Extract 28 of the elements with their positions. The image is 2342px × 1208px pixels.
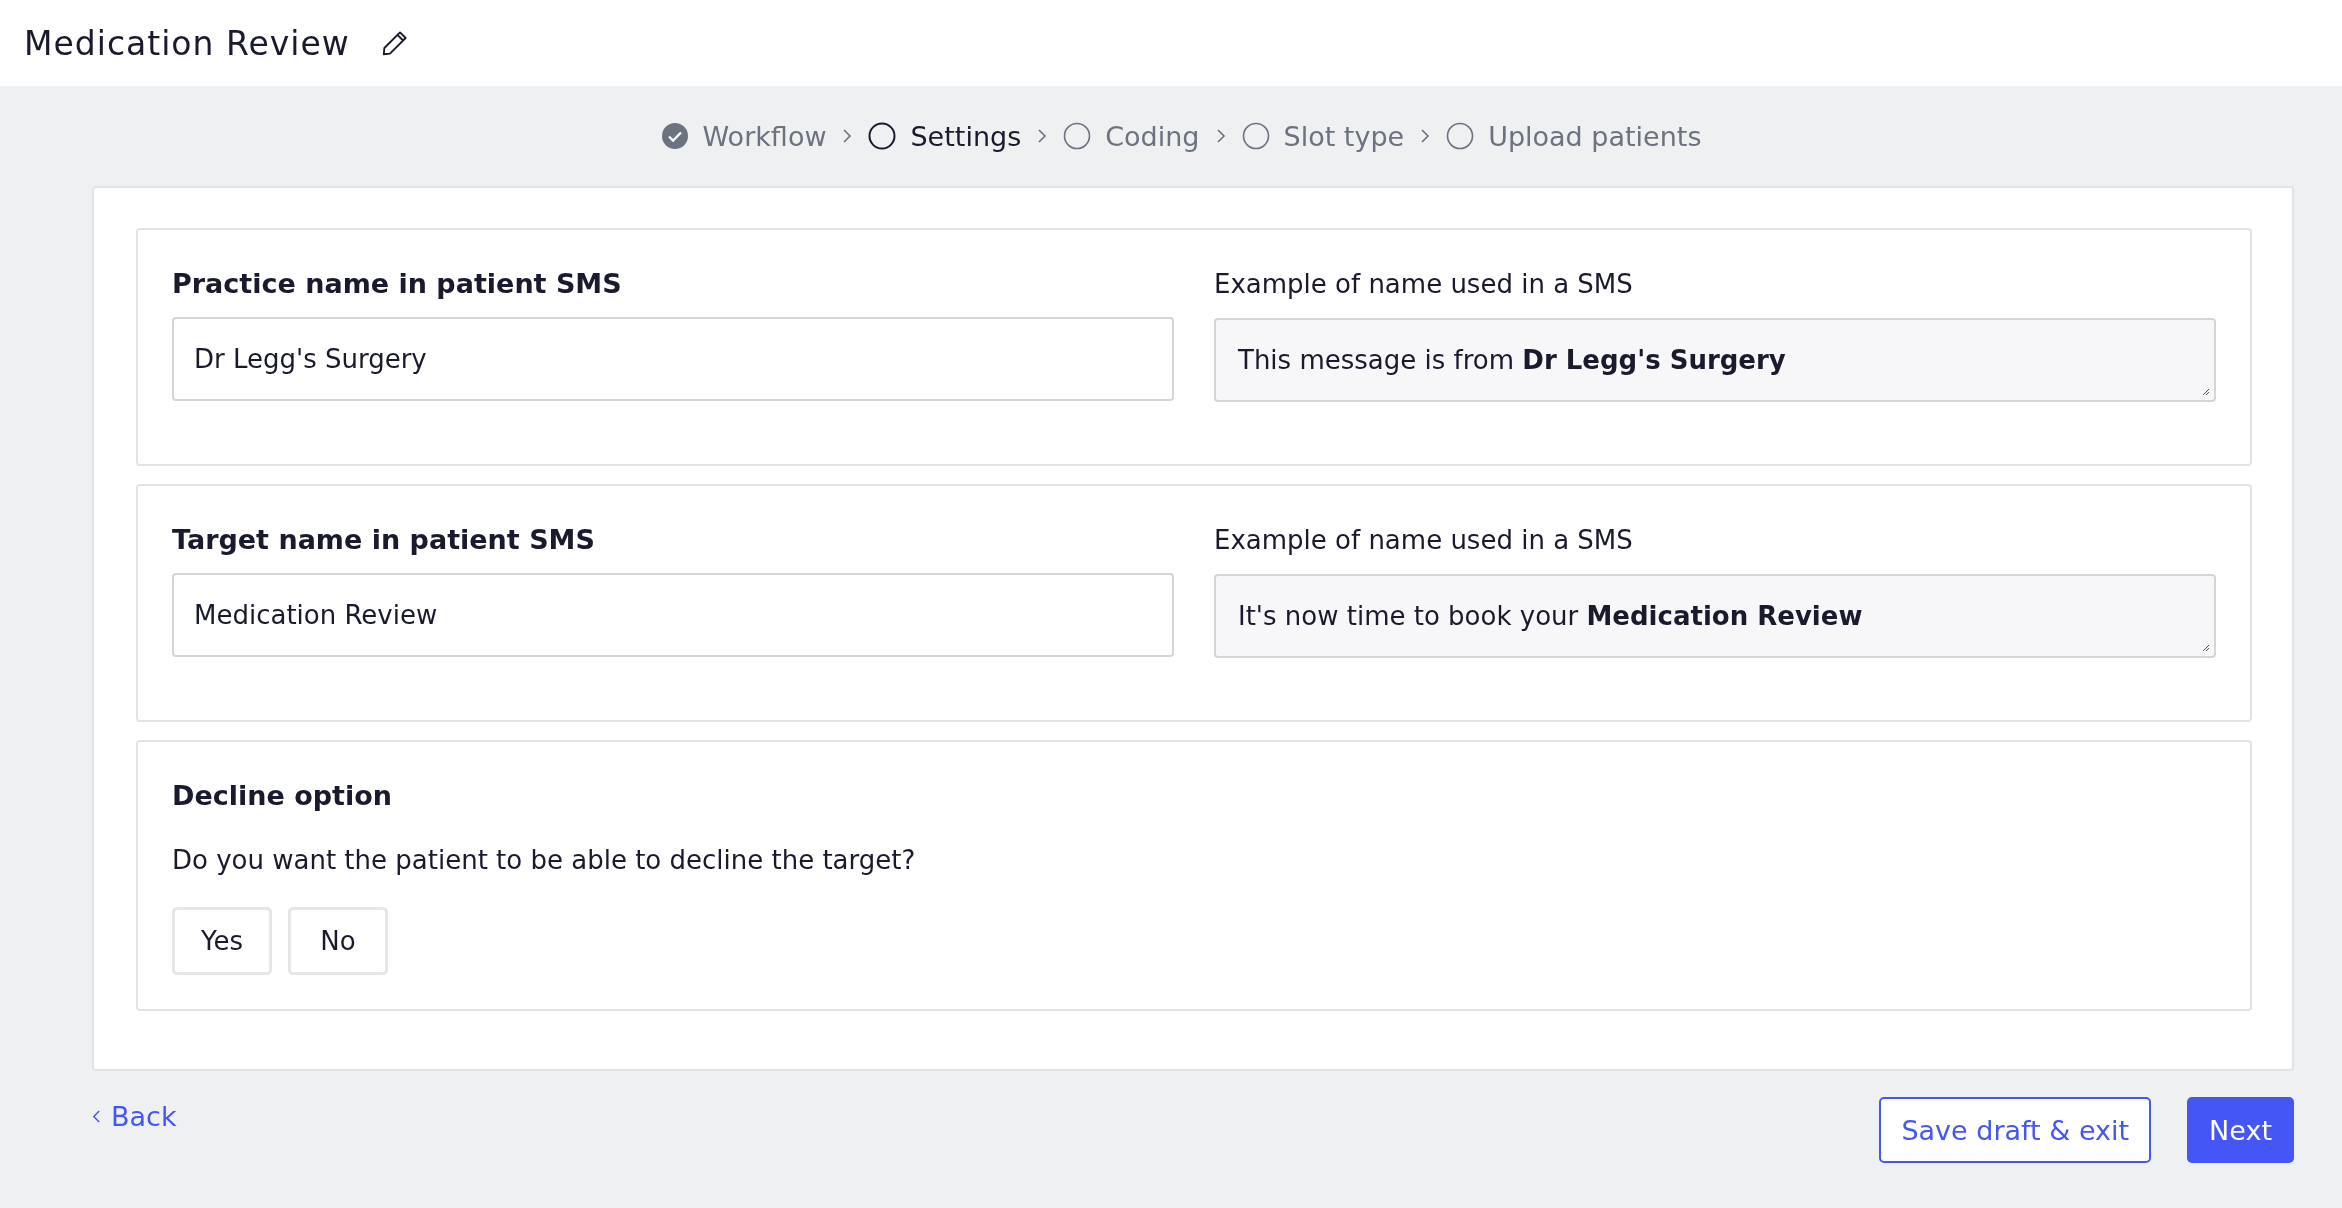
preview-label: Example of name used in a SMS bbox=[1214, 524, 1634, 556]
preview-label: Example of name used in a SMS bbox=[1214, 268, 1634, 300]
chevron-left-icon bbox=[92, 1110, 101, 1123]
chevron-icon bbox=[1037, 129, 1048, 143]
chevron-icon bbox=[1215, 129, 1226, 143]
sms-preview-field[interactable]: This message is from Dr Legg's Surgery bbox=[1214, 318, 2216, 402]
step-label[interactable]: Coding bbox=[1105, 120, 1200, 152]
name-input-field[interactable]: Dr Legg's Surgery bbox=[172, 317, 1174, 401]
step-label[interactable]: Workflow bbox=[702, 120, 827, 152]
resize-handle-icon[interactable] bbox=[2200, 386, 2210, 396]
chevron-icon bbox=[842, 129, 853, 143]
section-title: Practice name in patient SMS bbox=[172, 268, 623, 299]
section-title: Target name in patient SMS bbox=[172, 524, 596, 555]
section-title: Decline option bbox=[172, 780, 393, 811]
resize-handle-icon[interactable] bbox=[2200, 642, 2210, 652]
next-button[interactable]: Next bbox=[2187, 1097, 2294, 1163]
step-label[interactable]: Settings bbox=[910, 120, 1022, 152]
option-button[interactable]: No bbox=[288, 907, 388, 975]
name-input-field[interactable]: Medication Review bbox=[172, 573, 1174, 657]
back-link[interactable]: Back bbox=[92, 1101, 177, 1132]
step-label[interactable]: Slot type bbox=[1283, 120, 1405, 152]
question-text: Do you want the patient to be able to decline the target? bbox=[172, 845, 917, 875]
save-draft-button[interactable]: Save draft & exit bbox=[1879, 1097, 2152, 1163]
chevron-icon bbox=[1420, 129, 1431, 143]
option-button[interactable]: Yes bbox=[172, 907, 272, 975]
step-label[interactable]: Upload patients bbox=[1488, 120, 1702, 152]
sms-preview-field[interactable]: It's now time to book your Medication Review bbox=[1214, 574, 2216, 658]
page-title: Medication Review bbox=[24, 23, 350, 63]
